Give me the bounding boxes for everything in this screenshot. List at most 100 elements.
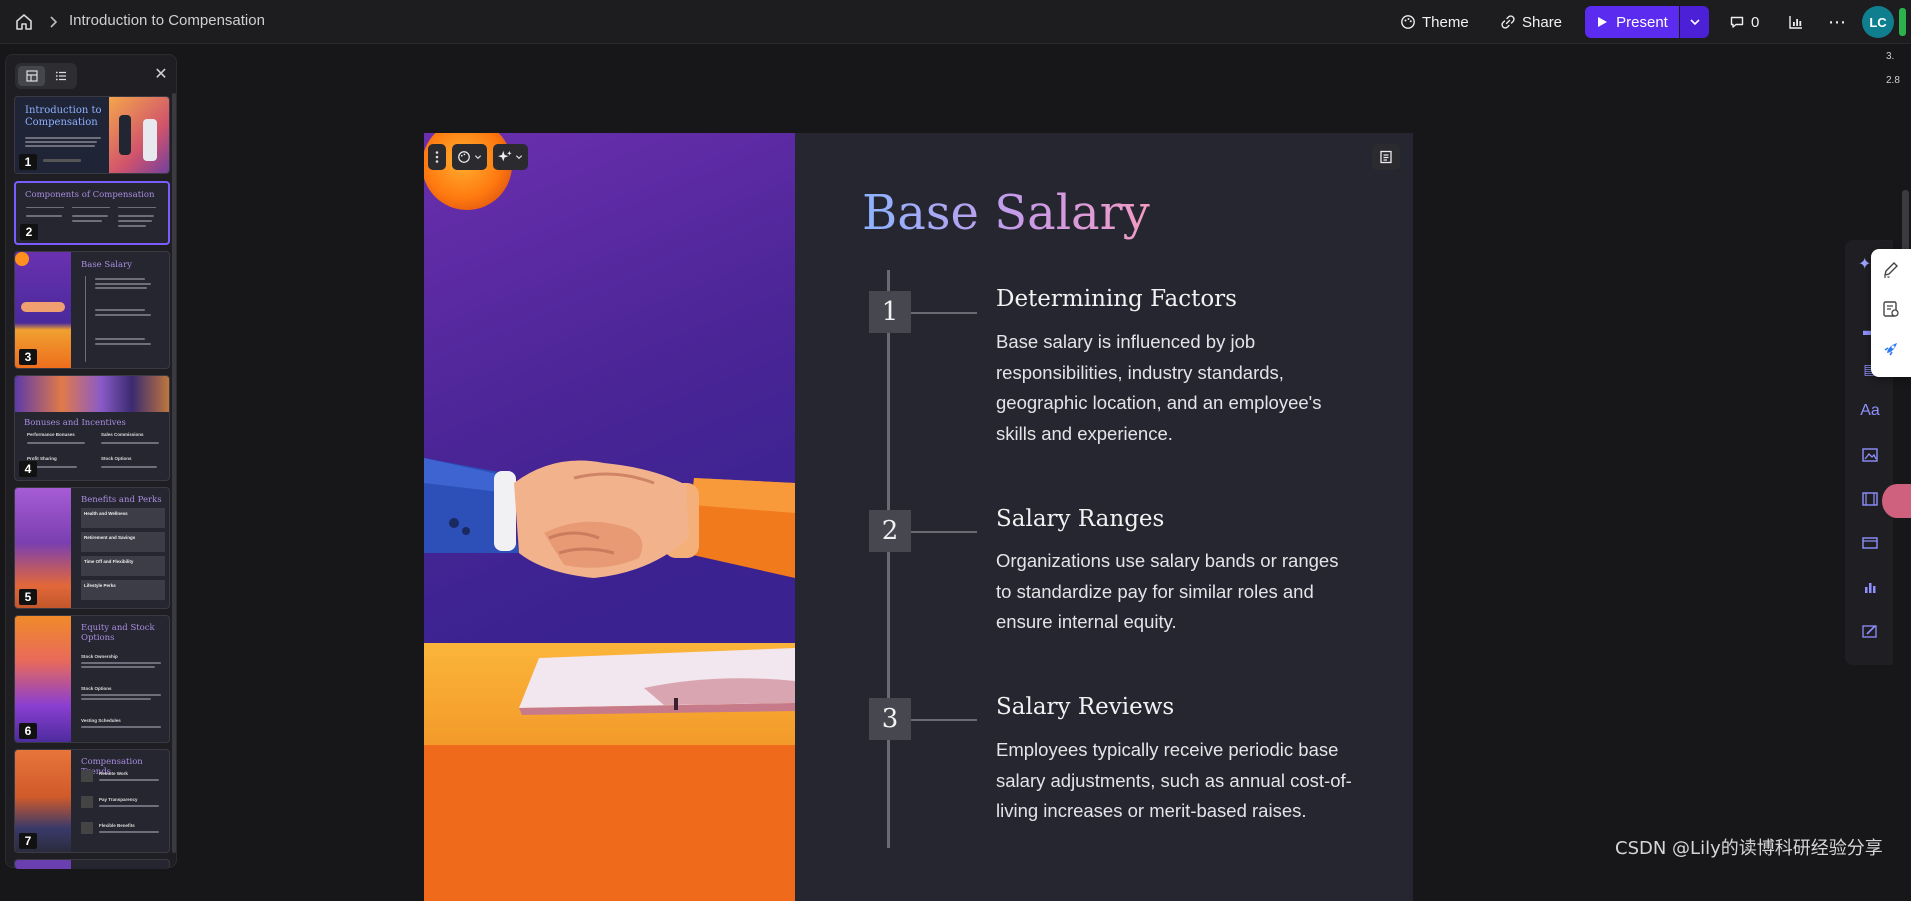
- comment-icon: [1730, 16, 1744, 28]
- panel-scrollbar[interactable]: [172, 93, 176, 853]
- thumb-item: Pay Transparency: [99, 797, 138, 802]
- ai-edit-button[interactable]: [493, 144, 528, 170]
- link-icon: [1501, 15, 1515, 29]
- slide-number: 3: [19, 349, 37, 365]
- theme-button[interactable]: Theme: [1400, 10, 1469, 34]
- play-icon: [1598, 17, 1608, 27]
- thumb-item: Performance Bonuses: [27, 432, 75, 437]
- home-icon[interactable]: [14, 12, 34, 32]
- list-icon: [55, 71, 66, 81]
- quick-actions-panel: [1871, 249, 1911, 377]
- view-toggle: [15, 63, 77, 89]
- slide-thumbnail-4[interactable]: Bonuses and Incentives Performance Bonus…: [14, 375, 170, 481]
- more-menu-button[interactable]: ⋯: [1828, 10, 1846, 34]
- slide-thumbnail-1[interactable]: Introduction to Compensation 1: [14, 96, 170, 174]
- thumb-title: Base Salary: [81, 260, 132, 270]
- chevron-right-icon: [48, 14, 62, 30]
- timeline-line: [887, 270, 890, 848]
- thumb-item: Flexible Benefits: [99, 823, 135, 828]
- item-heading[interactable]: Determining Factors: [996, 286, 1237, 312]
- thumb-item: Stock Options: [101, 456, 132, 461]
- slide-thumbnails-panel: ✕ Introduction to Compensation 1 Compone…: [5, 54, 177, 869]
- slide-thumbnail-3[interactable]: Base Salary 3: [14, 251, 170, 369]
- thumb-item: Lifestyle Perks: [84, 583, 116, 588]
- rocket-icon[interactable]: [1881, 339, 1901, 359]
- item-body[interactable]: Employees typically receive periodic bas…: [996, 735, 1356, 827]
- thumb-image: [15, 376, 169, 412]
- mini-stats: 3. 2.8: [1886, 50, 1900, 88]
- slide-number: 6: [19, 723, 37, 739]
- item-body[interactable]: Base salary is influenced by job respons…: [996, 327, 1356, 449]
- text-icon[interactable]: Aa: [1859, 400, 1881, 422]
- item-body[interactable]: Organizations use salary bands or ranges…: [996, 546, 1356, 638]
- thumb-item: Retirement and Savings: [84, 535, 136, 540]
- step-number-2: 2: [869, 510, 911, 552]
- grid-view-button[interactable]: [18, 66, 45, 86]
- item-heading[interactable]: Salary Ranges: [996, 506, 1164, 532]
- list-view-button[interactable]: [47, 66, 74, 86]
- slide-number: 7: [19, 833, 37, 849]
- slide-theme-button[interactable]: [452, 144, 487, 170]
- draw-icon[interactable]: [1859, 620, 1881, 642]
- step-number-1: 1: [869, 291, 911, 333]
- chart-icon[interactable]: [1859, 576, 1881, 598]
- bar-chart-icon: [1789, 16, 1802, 29]
- chevron-down-icon: [1689, 19, 1700, 26]
- video-icon[interactable]: [1859, 488, 1881, 510]
- slide-number: 2: [20, 224, 38, 240]
- embed-icon[interactable]: [1859, 532, 1881, 554]
- image-icon[interactable]: [1859, 444, 1881, 466]
- slide-number: 5: [19, 589, 37, 605]
- top-bar: Introduction to Compensation Theme Share…: [0, 0, 1911, 44]
- edit-icon[interactable]: [1881, 259, 1901, 279]
- thumb-item: Sales Commissions: [101, 432, 144, 437]
- grid-icon: [25, 70, 38, 82]
- more-horizontal-icon: ⋯: [1828, 11, 1846, 32]
- analytics-button[interactable]: [1788, 10, 1804, 34]
- thumb-title: Components of Compensation: [25, 190, 155, 200]
- slide-thumbnail-6[interactable]: Equity and Stock Options Stock Ownership…: [14, 615, 170, 743]
- sparkle-icon: [498, 150, 512, 162]
- review-icon[interactable]: [1881, 299, 1901, 319]
- close-panel-icon[interactable]: ✕: [151, 65, 171, 85]
- share-label: Share: [1522, 13, 1563, 31]
- mini-stat: 2.8: [1886, 75, 1900, 86]
- slide-thumbnail-5[interactable]: Benefits and Perks Health and Wellness R…: [14, 487, 170, 609]
- item-heading[interactable]: Salary Reviews: [996, 694, 1174, 720]
- thumb-image: [109, 97, 169, 173]
- slide-thumbnail-7[interactable]: Compensation Trends Remote Work Pay Tran…: [14, 749, 170, 853]
- slide-title[interactable]: Base Salary: [862, 185, 1150, 241]
- connector-line: [911, 312, 977, 314]
- document-title[interactable]: Introduction to Compensation: [69, 12, 265, 29]
- vertical-dots-icon: [435, 151, 439, 163]
- slide-thumbnail-2[interactable]: Components of Compensation 2: [14, 181, 170, 245]
- thumb-item: Health and Wellness: [84, 511, 128, 516]
- thumb-item: Vesting Schedules: [81, 718, 121, 723]
- user-avatar[interactable]: LC: [1862, 6, 1894, 38]
- thumb-title: Equity and Stock Options: [81, 623, 155, 643]
- step-number-3: 3: [869, 698, 911, 740]
- share-button[interactable]: Share: [1500, 10, 1562, 34]
- present-label: Present: [1616, 13, 1668, 31]
- comments-button[interactable]: 0: [1729, 10, 1759, 34]
- slide-menu-button[interactable]: [428, 144, 446, 170]
- slide-3[interactable]: Base Salary 1 Determining Factors Base s…: [424, 133, 1413, 901]
- comments-count: 0: [1751, 13, 1760, 31]
- speaker-notes-button[interactable]: [1372, 144, 1400, 170]
- translate-button[interactable]: [1882, 484, 1911, 518]
- thumb-title: Bonuses and Incentives: [24, 418, 126, 428]
- chevron-down-icon: [515, 155, 523, 160]
- connector-line: [911, 719, 977, 721]
- handshake-image[interactable]: [424, 133, 795, 901]
- connector-line: [911, 531, 977, 533]
- thumb-item: Stock Ownership: [81, 654, 118, 659]
- palette-icon: [458, 151, 470, 163]
- present-button[interactable]: Present: [1585, 6, 1679, 38]
- thumb-title: Introduction to Compensation: [25, 105, 102, 128]
- thumb-item: Remote Work: [99, 771, 128, 776]
- present-options-button[interactable]: [1680, 6, 1709, 38]
- thumb-item: Time Off and Flexibility: [84, 559, 134, 564]
- palette-icon: [1401, 15, 1415, 29]
- status-indicator: [1899, 8, 1906, 36]
- thumb-item: Stock Options: [81, 686, 112, 691]
